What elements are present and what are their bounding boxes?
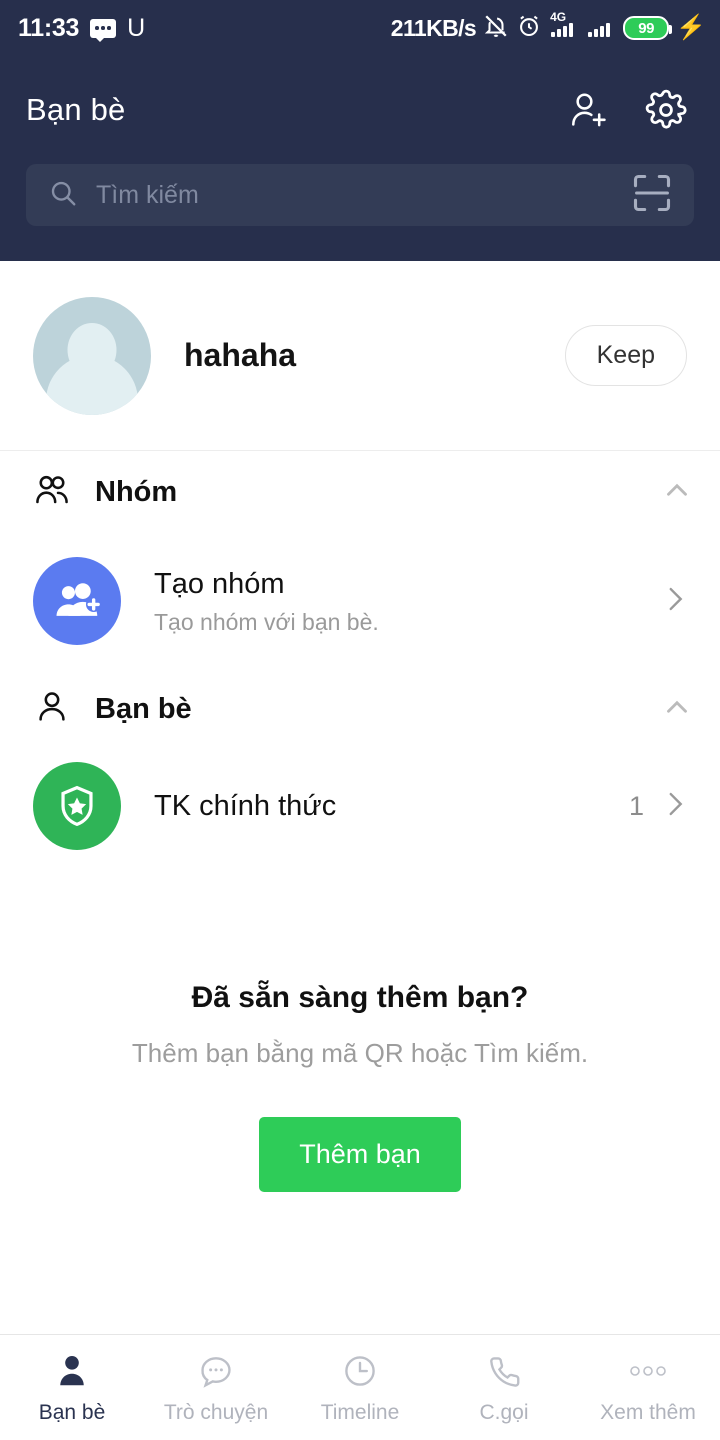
status-bar-left: 11:33 U (18, 14, 145, 43)
sms-icon (90, 18, 117, 42)
nav-item-timeline[interactable]: Timeline (288, 1335, 432, 1440)
list-item-official-account[interactable]: TK chính thức 1 (0, 751, 720, 861)
person-add-icon[interactable] (566, 88, 610, 132)
empty-state: Đã sẵn sàng thêm bạn? Thêm bạn bằng mã Q… (0, 861, 720, 1334)
bottom-navigation: Bạn bè Trò chuyện Timeline C.gọi Xem thê… (0, 1334, 720, 1440)
nav-label: Timeline (320, 1401, 400, 1424)
add-friend-button[interactable]: Thêm bạn (259, 1117, 461, 1192)
status-bar: 11:33 U 211KB/s 4G 99 ⚡ (0, 0, 720, 56)
section-title: Bạn bè (95, 693, 192, 725)
list-item-text: Tạo nhóm Tạo nhóm với bạn bè. (154, 566, 658, 636)
list-item-title: Tạo nhóm (154, 567, 285, 600)
chevron-up-icon[interactable] (660, 473, 694, 512)
section-header-groups[interactable]: Nhóm (0, 451, 720, 534)
app-header: Bạn bè Tìm kiếm (0, 56, 720, 261)
chevron-right-icon[interactable] (658, 582, 692, 621)
shield-star-icon (33, 762, 121, 850)
qr-scan-icon[interactable] (630, 171, 674, 220)
page-title: Bạn bè (26, 92, 126, 127)
nav-item-chats[interactable]: Trò chuyện (144, 1335, 288, 1440)
header-top-row: Bạn bè (26, 56, 694, 164)
nav-item-friends[interactable]: Bạn bè (0, 1335, 144, 1440)
phone-icon (485, 1350, 523, 1392)
search-icon (48, 178, 78, 213)
nav-item-more[interactable]: Xem thêm (576, 1335, 720, 1440)
gear-icon[interactable] (644, 88, 688, 132)
alarm-clock-icon (516, 13, 542, 44)
status-time: 11:33 (18, 13, 80, 42)
person-filled-icon (53, 1350, 91, 1392)
list-item-text: TK chính thức (154, 788, 629, 824)
list-item-subtitle: Tạo nhóm với bạn bè. (154, 609, 379, 636)
battery-level: 99 (638, 19, 654, 37)
chevron-right-icon[interactable] (658, 787, 692, 826)
empty-state-title: Đã sẵn sàng thêm bạn? (191, 981, 529, 1014)
clock-icon (341, 1350, 379, 1392)
profile-row[interactable]: hahaha Keep (0, 261, 720, 451)
search-input-placeholder[interactable]: Tìm kiếm (96, 181, 612, 210)
avatar (33, 296, 151, 415)
status-bar-right: 211KB/s 4G 99 ⚡ (390, 10, 706, 44)
list-item-count: 1 (628, 790, 644, 821)
nav-label: C.gọi (479, 1401, 529, 1424)
group-people-icon (33, 471, 71, 514)
app-screen: 11:33 U 211KB/s 4G 99 ⚡ Bạn bè Tìm kiếm … (0, 0, 720, 1440)
chevron-up-icon[interactable] (660, 690, 694, 729)
section-header-friends[interactable]: Bạn bè (0, 668, 720, 751)
list-item-title: TK chính thức (154, 789, 337, 822)
nav-label: Bạn bè (38, 1401, 106, 1424)
section-title: Nhóm (95, 476, 178, 508)
nav-item-calls[interactable]: C.gọi (432, 1335, 576, 1440)
header-actions (566, 88, 694, 132)
keep-button[interactable]: Keep (564, 325, 687, 386)
chat-bubble-icon (197, 1350, 235, 1392)
battery-indicator: 99 (623, 16, 673, 40)
nav-label: Trò chuyện (163, 1401, 269, 1424)
person-icon (33, 688, 71, 731)
search-bar[interactable]: Tìm kiếm (26, 164, 694, 226)
more-dots-icon (625, 1350, 671, 1392)
network-speed: 211KB/s (390, 14, 477, 41)
group-add-icon (33, 557, 121, 645)
list-item-create-group[interactable]: Tạo nhóm Tạo nhóm với bạn bè. (0, 534, 720, 668)
bell-muted-icon (483, 13, 509, 44)
empty-state-subtitle: Thêm bạn bằng mã QR hoặc Tìm kiếm. (131, 1038, 589, 1068)
u-icon: U (127, 13, 146, 42)
nav-label: Xem thêm (600, 1401, 696, 1424)
charging-icon: ⚡ (676, 14, 706, 41)
signal-bars-icon (586, 13, 616, 44)
profile-name: hahaha (184, 337, 297, 373)
signal-4g-icon: 4G (549, 10, 579, 44)
